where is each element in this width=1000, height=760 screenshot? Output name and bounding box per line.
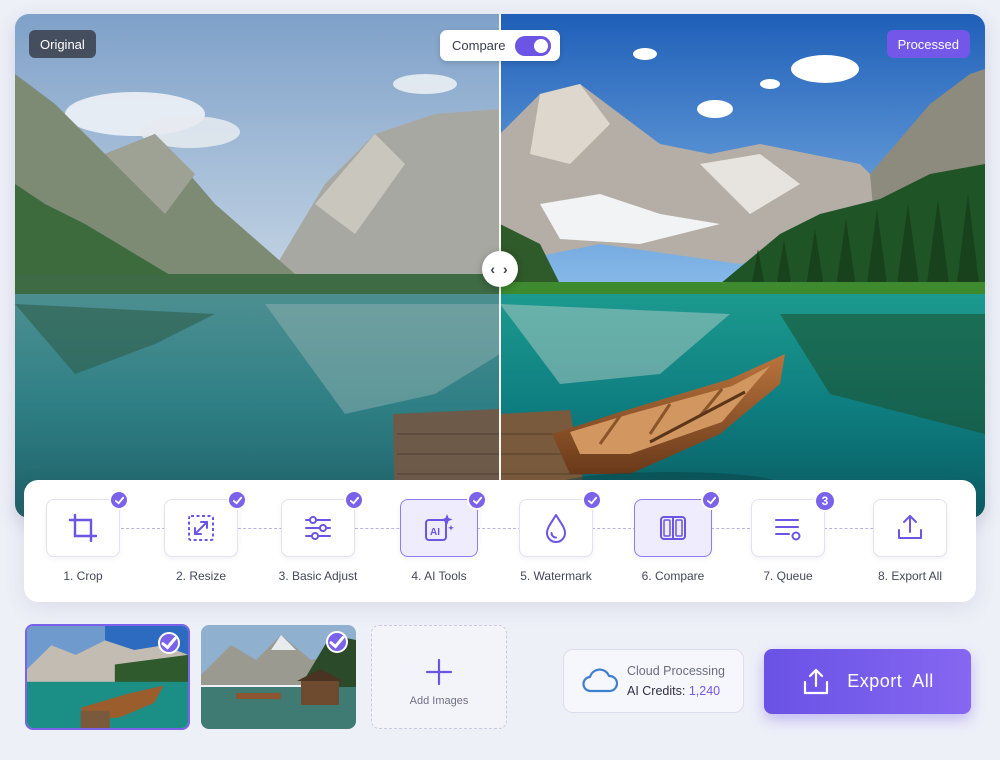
compare-toggle[interactable]: Compare bbox=[440, 30, 560, 61]
step-ai-tools[interactable]: AI 4. AI Tools bbox=[384, 490, 494, 583]
step-label: 7. Queue bbox=[763, 569, 813, 583]
original-label: Original bbox=[29, 30, 96, 58]
step-export-all-button[interactable] bbox=[873, 499, 947, 557]
add-images-label: Add Images bbox=[409, 695, 469, 707]
processed-image bbox=[500, 14, 985, 518]
export-all-button[interactable]: Export All bbox=[764, 649, 971, 714]
original-image bbox=[15, 14, 500, 518]
ai-sparkle-icon: AI bbox=[425, 514, 454, 541]
step-label: 2. Resize bbox=[175, 569, 227, 583]
ai-credits: AI Credits: 1,240 bbox=[627, 681, 725, 701]
check-icon bbox=[326, 631, 348, 653]
step-label: 6. Compare bbox=[641, 569, 705, 583]
upload-icon bbox=[804, 668, 829, 694]
cloud-processing-title: Cloud Processing bbox=[627, 664, 725, 678]
step-resize-button[interactable] bbox=[164, 490, 247, 557]
step-export-all[interactable]: 8. Export All bbox=[855, 499, 965, 583]
check-icon bbox=[109, 490, 129, 510]
step-watermark-button[interactable] bbox=[519, 490, 602, 557]
chevron-left-right-icon: ‹ › bbox=[490, 261, 510, 277]
step-basic-adjust-button[interactable] bbox=[281, 490, 364, 557]
resize-icon bbox=[188, 515, 214, 541]
check-icon bbox=[227, 490, 247, 510]
export-all-label: Export All bbox=[847, 671, 934, 691]
cloud-icon bbox=[582, 668, 618, 693]
check-icon bbox=[467, 490, 487, 510]
drop-icon bbox=[546, 514, 566, 543]
ai-credits-value: 1,240 bbox=[688, 684, 721, 698]
ai-credits-label: AI Credits: bbox=[627, 684, 686, 698]
step-label: 8. Export All bbox=[877, 569, 943, 583]
thumbnail-image[interactable] bbox=[201, 625, 356, 729]
step-resize[interactable]: 2. Resize bbox=[146, 490, 256, 583]
step-label: 1. Crop bbox=[63, 569, 103, 583]
svg-text:AI: AI bbox=[430, 527, 440, 538]
processed-label: Processed bbox=[886, 30, 970, 58]
toggle-switch[interactable] bbox=[515, 35, 551, 56]
thumbnail-selected[interactable] bbox=[25, 624, 190, 730]
step-crop[interactable]: 1. Crop bbox=[28, 490, 138, 583]
check-icon bbox=[701, 490, 721, 510]
step-label: 5. Watermark bbox=[520, 569, 592, 583]
sliders-icon bbox=[305, 516, 331, 540]
step-queue[interactable]: 3 7. Queue bbox=[733, 490, 843, 583]
compare-slider-handle[interactable]: ‹ › bbox=[482, 251, 518, 287]
check-icon bbox=[158, 632, 180, 654]
add-images-button[interactable]: Add Images bbox=[371, 625, 507, 729]
image-compare-viewer[interactable]: ‹ › Original Processed Compare bbox=[15, 14, 985, 518]
crop-icon bbox=[68, 513, 98, 543]
step-label: 4. AI Tools bbox=[411, 569, 467, 583]
queue-count-badge: 3 bbox=[814, 490, 836, 512]
split-view-icon bbox=[660, 516, 686, 540]
check-icon bbox=[582, 490, 602, 510]
step-compare-button[interactable] bbox=[634, 490, 721, 557]
step-watermark[interactable]: 5. Watermark bbox=[501, 490, 611, 583]
plus-icon bbox=[425, 658, 453, 686]
compare-toggle-label: Compare bbox=[452, 38, 506, 53]
step-basic-adjust[interactable]: 3. Basic Adjust bbox=[263, 490, 373, 583]
upload-icon bbox=[898, 515, 922, 539]
queue-icon bbox=[775, 519, 801, 541]
workflow-panel: 1. Crop 2. Resize 3. Basic Adjust AI 4. … bbox=[24, 480, 976, 602]
step-ai-tools-button[interactable]: AI bbox=[400, 490, 487, 557]
cloud-processing-panel: Cloud Processing AI Credits: 1,240 bbox=[563, 649, 744, 713]
step-queue-button[interactable]: 3 bbox=[751, 490, 836, 557]
check-icon bbox=[344, 490, 364, 510]
step-crop-button[interactable] bbox=[46, 490, 129, 557]
step-label: 3. Basic Adjust bbox=[278, 569, 358, 583]
step-compare[interactable]: 6. Compare bbox=[618, 490, 728, 583]
